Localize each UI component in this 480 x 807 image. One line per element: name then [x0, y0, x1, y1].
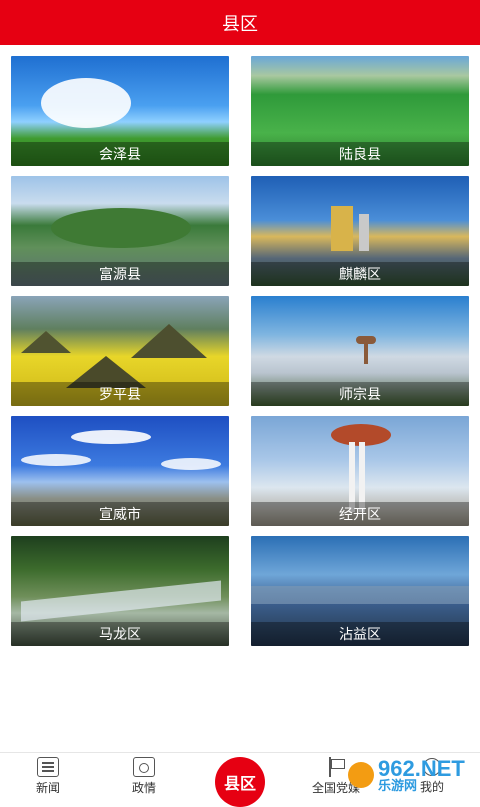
- watermark: 962.NET 乐游网: [348, 752, 478, 798]
- news-icon: [37, 757, 59, 777]
- county-card-zhanyi[interactable]: 沾益区: [251, 536, 469, 646]
- tab-government[interactable]: 政情: [96, 753, 192, 800]
- county-name: 罗平县: [11, 382, 229, 406]
- county-name: 沾益区: [251, 622, 469, 646]
- county-icon: 县区: [223, 774, 256, 793]
- flag-icon: [325, 757, 347, 777]
- county-card-qilin[interactable]: 麒麟区: [251, 176, 469, 286]
- county-name: 会泽县: [11, 142, 229, 166]
- county-name: 马龙区: [11, 622, 229, 646]
- county-card-luliang[interactable]: 陆良县: [251, 56, 469, 166]
- county-name: 陆良县: [251, 142, 469, 166]
- county-name: 宣威市: [11, 502, 229, 526]
- county-name: 富源县: [11, 262, 229, 286]
- page-header: 县区: [0, 0, 480, 45]
- government-icon: [133, 757, 155, 777]
- tab-label: 政情: [131, 781, 156, 795]
- watermark-text: 962.NET 乐游网: [378, 755, 465, 794]
- county-card-luoping[interactable]: 罗平县: [11, 296, 229, 406]
- county-card-xuanwei[interactable]: 宣威市: [11, 416, 229, 526]
- watermark-brand: 962.NET: [378, 755, 465, 781]
- county-card-malong[interactable]: 马龙区: [11, 536, 229, 646]
- county-card-shizong[interactable]: 师宗县: [251, 296, 469, 406]
- county-name: 麒麟区: [251, 262, 469, 286]
- tab-news[interactable]: 新闻: [0, 753, 96, 800]
- county-card-jingkai[interactable]: 经开区: [251, 416, 469, 526]
- tab-label: 新闻: [35, 781, 60, 795]
- county-card-huize[interactable]: 会泽县: [11, 56, 229, 166]
- county-name: 师宗县: [251, 382, 469, 406]
- county-name: 经开区: [251, 502, 469, 526]
- page-title: 县区: [222, 13, 258, 35]
- county-card-fuyuan[interactable]: 富源县: [11, 176, 229, 286]
- watermark-subtitle: 乐游网: [378, 778, 418, 794]
- watermark-logo-icon: [348, 762, 374, 788]
